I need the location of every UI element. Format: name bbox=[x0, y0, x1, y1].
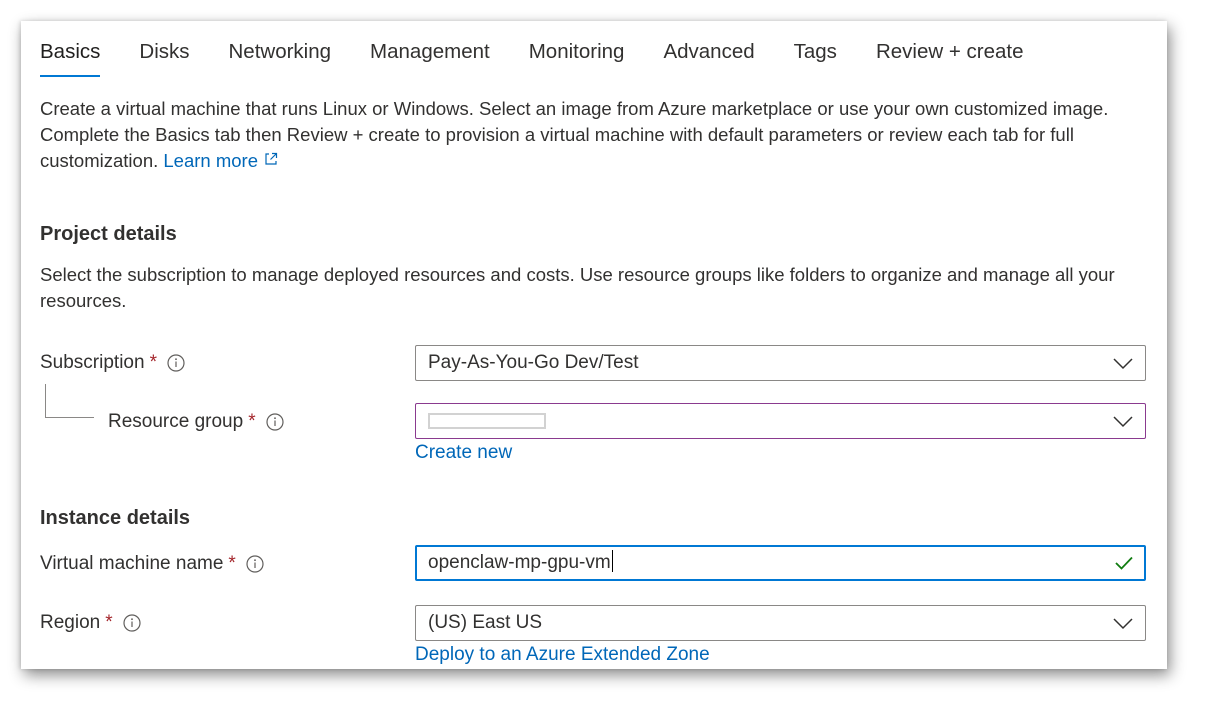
info-icon[interactable] bbox=[123, 614, 141, 632]
subscription-dropdown[interactable]: Pay-As-You-Go Dev/Test bbox=[415, 345, 1146, 381]
subscription-label: Subscription bbox=[40, 352, 145, 373]
tab-disks[interactable]: Disks bbox=[139, 39, 189, 79]
required-marker: * bbox=[228, 553, 236, 574]
info-icon[interactable] bbox=[246, 555, 264, 573]
tab-review-create[interactable]: Review + create bbox=[876, 39, 1024, 79]
chevron-down-icon bbox=[1113, 358, 1133, 370]
learn-more-label: Learn more bbox=[163, 150, 258, 171]
tab-bar: Basics Disks Networking Management Monit… bbox=[40, 39, 1063, 79]
intro-text: Create a virtual machine that runs Linux… bbox=[40, 96, 1140, 174]
chevron-down-icon bbox=[1113, 416, 1133, 428]
required-marker: * bbox=[149, 352, 157, 373]
instance-details-heading: Instance details bbox=[40, 507, 191, 529]
required-marker: * bbox=[248, 411, 256, 432]
region-value: (US) East US bbox=[428, 612, 543, 633]
vm-name-value: openclaw-mp-gpu-vm bbox=[428, 552, 611, 573]
tab-advanced[interactable]: Advanced bbox=[663, 39, 754, 79]
learn-more-link[interactable]: Learn more bbox=[163, 150, 278, 171]
info-icon[interactable] bbox=[266, 413, 284, 431]
redacted-value bbox=[428, 413, 546, 429]
chevron-down-icon bbox=[1113, 618, 1133, 630]
subscription-label-row: Subscription * bbox=[40, 345, 185, 381]
vm-name-label-row: Virtual machine name * bbox=[40, 546, 264, 582]
checkmark-icon bbox=[1115, 556, 1133, 570]
project-details-heading: Project details bbox=[40, 223, 177, 245]
create-vm-panel: Basics Disks Networking Management Monit… bbox=[21, 21, 1167, 669]
project-details-description: Select the subscription to manage deploy… bbox=[40, 264, 1115, 311]
tab-tags[interactable]: Tags bbox=[794, 39, 837, 79]
create-new-link[interactable]: Create new bbox=[415, 442, 512, 464]
resource-group-dropdown[interactable] bbox=[415, 403, 1146, 439]
tab-monitoring[interactable]: Monitoring bbox=[529, 39, 625, 79]
tab-management[interactable]: Management bbox=[370, 39, 490, 79]
extended-zone-link[interactable]: Deploy to an Azure Extended Zone bbox=[415, 644, 710, 666]
region-label-row: Region * bbox=[40, 605, 141, 641]
region-dropdown[interactable]: (US) East US bbox=[415, 605, 1146, 641]
required-marker: * bbox=[105, 612, 113, 633]
resource-group-label: Resource group bbox=[108, 411, 244, 432]
external-link-icon bbox=[265, 152, 278, 165]
info-icon[interactable] bbox=[167, 354, 185, 372]
text-cursor bbox=[611, 550, 613, 572]
resource-group-label-row: Resource group * bbox=[108, 404, 284, 440]
vm-name-input[interactable]: openclaw-mp-gpu-vm bbox=[415, 545, 1146, 581]
tree-connector-vertical bbox=[45, 384, 46, 417]
subscription-value: Pay-As-You-Go Dev/Test bbox=[428, 352, 639, 373]
tab-basics[interactable]: Basics bbox=[40, 39, 101, 79]
tree-connector-horizontal bbox=[45, 417, 94, 418]
vm-name-label: Virtual machine name bbox=[40, 553, 224, 574]
tab-networking[interactable]: Networking bbox=[229, 39, 332, 79]
region-label: Region bbox=[40, 612, 101, 633]
